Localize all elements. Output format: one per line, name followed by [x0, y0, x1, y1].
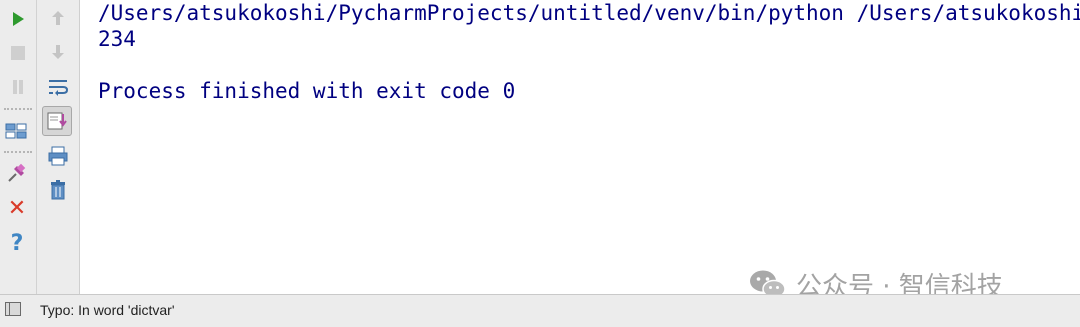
pin-tab-icon[interactable] — [2, 160, 30, 188]
pause-icon[interactable] — [4, 73, 32, 101]
toolbar-separator — [4, 108, 32, 110]
up-arrow-icon[interactable] — [44, 4, 72, 32]
status-bar: Typo: In word 'dictvar' — [0, 294, 1080, 327]
print-icon[interactable] — [44, 142, 72, 170]
console-line: Process finished with exit code 0 — [98, 79, 516, 103]
run-icon[interactable] — [4, 5, 32, 33]
soft-wrap-icon[interactable] — [44, 73, 72, 101]
close-icon[interactable]: ✕ — [3, 194, 31, 222]
console-output[interactable]: /Users/atsukokoshi/PycharmProjects/untit… — [80, 0, 1080, 294]
console-line: /Users/atsukokoshi/PycharmProjects/untit… — [98, 1, 1080, 25]
scroll-to-end-icon[interactable] — [42, 106, 72, 136]
status-message: Typo: In word 'dictvar' — [40, 302, 175, 318]
help-icon[interactable]: ? — [3, 229, 31, 257]
run-toolbar-right — [37, 0, 80, 294]
toggle-tool-windows-icon[interactable] — [5, 302, 21, 316]
dump-threads-icon[interactable] — [2, 117, 30, 145]
stop-icon[interactable] — [4, 39, 32, 67]
down-arrow-icon[interactable] — [44, 38, 72, 66]
run-toolbar-left: ✕ ? — [0, 0, 37, 294]
trash-icon[interactable] — [44, 176, 72, 204]
toolbar-separator — [4, 151, 32, 153]
console-line: 234 — [98, 27, 136, 51]
